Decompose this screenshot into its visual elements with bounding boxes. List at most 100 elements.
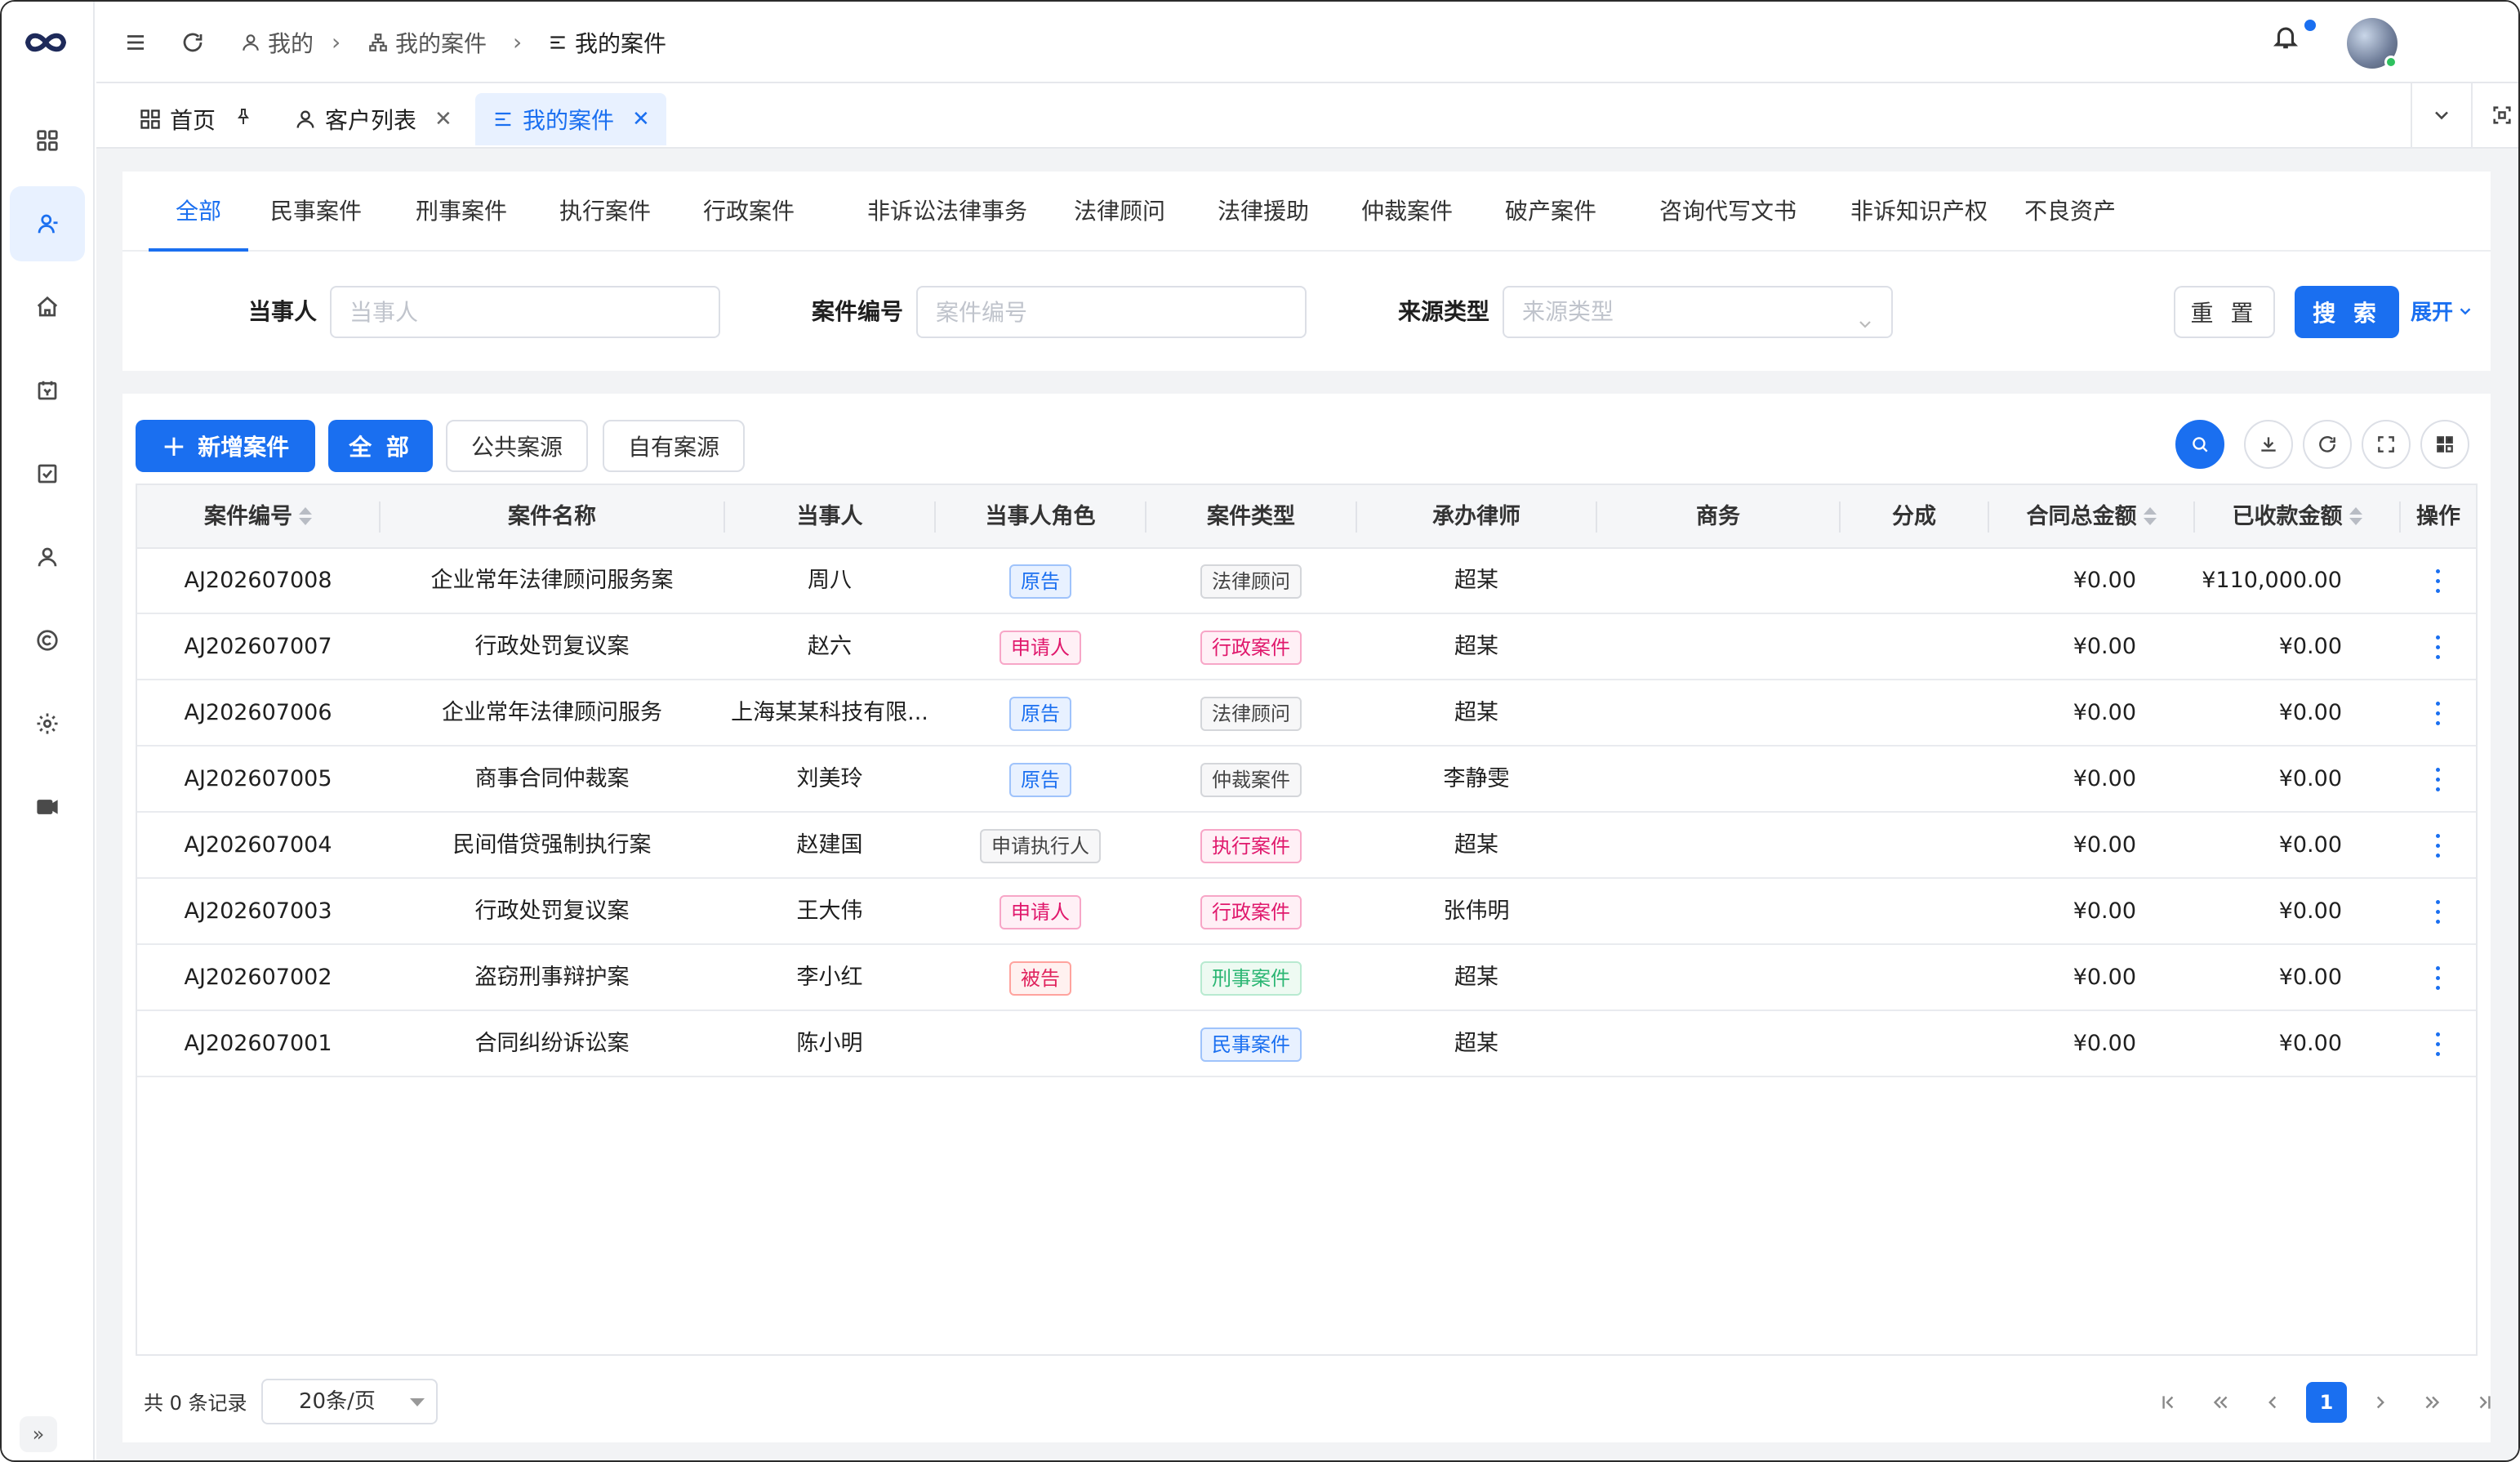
sidebar-settings-icon[interactable] xyxy=(10,686,85,761)
own-source-button[interactable]: 自有案源 xyxy=(603,420,745,472)
prev-page-button[interactable] xyxy=(2252,1382,2293,1423)
category-tab-bad-assets[interactable]: 不良资产 xyxy=(2017,172,2123,252)
column-header-received-amount[interactable]: 已收款金额 xyxy=(2195,485,2399,549)
last-page-button[interactable] xyxy=(2464,1382,2505,1423)
pin-icon[interactable] xyxy=(234,107,253,132)
next-group-button[interactable] xyxy=(2412,1382,2453,1423)
category-tab-legal-counsel[interactable]: 法律顾问 xyxy=(1066,172,1173,252)
more-actions-icon[interactable] xyxy=(2436,965,2441,991)
new-case-button[interactable]: + 新增案件 xyxy=(136,420,315,472)
table-row[interactable]: AJ202607004 民间借贷强制执行案 赵建国 申请执行人 执行案件 超某 ¥0.00 ¥… xyxy=(137,813,2476,879)
breadcrumb-item-mine[interactable]: 我的 xyxy=(240,26,314,59)
sidebar-copyright-icon[interactable] xyxy=(10,603,85,678)
table-row[interactable]: AJ202607007 行政处罚复议案 赵六 申请人 行政案件 超某 ¥0.00 ¥0.00 xyxy=(137,615,2476,680)
category-tab-enforcement[interactable]: 执行案件 xyxy=(552,172,658,252)
category-tab-criminal[interactable]: 刑事案件 xyxy=(408,172,514,252)
table-row[interactable]: AJ202607008 企业常年法律顾问服务案 周八 原告 法律顾问 超某 ¥0.00 ¥11… xyxy=(137,549,2476,614)
chevron-right-icon xyxy=(2376,1396,2384,1409)
category-tab-bankruptcy[interactable]: 破产案件 xyxy=(1498,172,1604,252)
close-icon[interactable]: ✕ xyxy=(632,107,650,131)
cell-contract-amount: ¥0.00 xyxy=(2073,766,2136,791)
table-row[interactable]: AJ202607002 盗窃刑事辩护案 李小红 被告 刑事案件 超某 ¥0.00 ¥0.00 xyxy=(137,946,2476,1011)
category-tab-legal-aid[interactable]: 法律援助 xyxy=(1210,172,1316,252)
fullscreen-button[interactable] xyxy=(2471,83,2518,147)
reset-button[interactable]: 重 置 xyxy=(2174,286,2275,338)
cell-business xyxy=(1597,549,1839,613)
party-input[interactable] xyxy=(330,286,720,338)
source-type-select[interactable]: 来源类型 xyxy=(1503,286,1893,338)
sidebar-video-icon[interactable] xyxy=(10,769,85,845)
more-actions-icon[interactable] xyxy=(2436,833,2441,858)
cell-share xyxy=(1841,880,1988,943)
more-actions-icon[interactable] xyxy=(2436,635,2441,660)
page-tab-customer-list[interactable]: 客户列表 ✕ xyxy=(278,93,469,145)
category-tab-ip[interactable]: 非诉知识产权 xyxy=(1829,172,2009,252)
more-actions-icon[interactable] xyxy=(2436,568,2441,594)
prev-group-button[interactable] xyxy=(2200,1382,2241,1423)
column-header-case-no[interactable]: 案件编号 xyxy=(137,485,379,549)
cell-received-amount: ¥0.00 xyxy=(2278,832,2342,858)
table-row[interactable]: AJ202607003 行政处罚复议案 王大伟 申请人 行政案件 张伟明 ¥0.00 ¥0.0… xyxy=(137,880,2476,945)
cell-actions xyxy=(2401,946,2476,1010)
menu-toggle-icon[interactable] xyxy=(119,26,152,59)
page-tab-home[interactable]: 首页 xyxy=(122,93,269,145)
cell-case-type: 行政案件 xyxy=(1146,615,1356,679)
download-button[interactable] xyxy=(2244,420,2293,469)
table-row[interactable]: AJ202607005 商事合同仲裁案 刘美玲 原告 仲裁案件 李静雯 ¥0.00 ¥0.00 xyxy=(137,747,2476,813)
page-number-button[interactable]: 1 xyxy=(2306,1382,2347,1423)
column-header-business: 商务 xyxy=(1696,504,1740,529)
notification-bell-icon[interactable] xyxy=(2272,23,2309,60)
expand-button[interactable]: 展开 xyxy=(2411,296,2474,326)
public-source-button[interactable]: 公共案源 xyxy=(446,420,588,472)
close-icon[interactable]: ✕ xyxy=(434,107,452,131)
column-settings-button[interactable] xyxy=(2420,420,2469,469)
table-row[interactable]: AJ202607001 合同纠纷诉讼案 陈小明 民事案件 超某 ¥0.00 ¥0.00 xyxy=(137,1012,2476,1077)
breadcrumb-item-my-cases[interactable]: 我的案件 xyxy=(367,26,487,59)
table-search-button[interactable] xyxy=(2175,420,2224,469)
logo-infinity-icon[interactable] xyxy=(21,26,70,59)
column-header-contract-amount[interactable]: 合同总金额 xyxy=(1989,485,2193,549)
category-tab-non-litigation[interactable]: 非诉讼法律事务 xyxy=(839,172,1055,252)
refresh-icon[interactable] xyxy=(176,26,209,59)
sidebar-expand-button[interactable]: » xyxy=(20,1416,57,1452)
table-fullscreen-button[interactable] xyxy=(2362,420,2411,469)
sidebar-dashboard-icon[interactable] xyxy=(10,103,85,178)
table-row[interactable]: AJ202607006 企业常年法律顾问服务 上海某某科技有限... 原告 法律顾问 超某… xyxy=(137,681,2476,747)
cell-party-role xyxy=(936,1012,1145,1076)
tabs-dropdown-button[interactable] xyxy=(2411,83,2471,147)
search-button[interactable]: 搜 索 xyxy=(2295,286,2399,338)
cell-lawyer: 超某 xyxy=(1454,832,1498,858)
sort-icon[interactable] xyxy=(299,506,312,527)
sidebar-calendar-icon[interactable] xyxy=(10,353,85,428)
cell-case-name: 行政处罚复议案 xyxy=(474,634,630,659)
sidebar-home-icon[interactable] xyxy=(10,270,85,345)
more-actions-icon[interactable] xyxy=(2436,701,2441,726)
more-actions-icon[interactable] xyxy=(2436,767,2441,792)
dashboard-icon xyxy=(140,109,160,129)
next-page-button[interactable] xyxy=(2360,1382,2401,1423)
category-tab-consulting[interactable]: 咨询代写文书 xyxy=(1638,172,1818,252)
cell-case-name: 行政处罚复议案 xyxy=(474,898,630,924)
page-size-select[interactable]: 20条/页 xyxy=(261,1379,438,1424)
category-tab-all[interactable]: 全部 xyxy=(149,172,248,252)
more-actions-icon[interactable] xyxy=(2436,899,2441,925)
category-tab-civil[interactable]: 民事案件 xyxy=(263,172,369,252)
sort-icon[interactable] xyxy=(2349,506,2362,527)
first-page-button[interactable] xyxy=(2148,1382,2188,1423)
column-header-case-name: 案件名称 xyxy=(508,504,596,529)
cell-lawyer: 超某 xyxy=(1454,700,1498,725)
page-tab-label: 客户列表 xyxy=(325,107,417,134)
filter-all-button[interactable]: 全 部 xyxy=(328,420,433,472)
sidebar-user-icon[interactable] xyxy=(10,186,85,261)
sidebar-checklist-icon[interactable] xyxy=(10,436,85,511)
sort-icon[interactable] xyxy=(2143,506,2157,527)
category-tab-arbitration[interactable]: 仲裁案件 xyxy=(1354,172,1460,252)
case-type-tag: 刑事案件 xyxy=(1200,961,1302,996)
reload-button[interactable] xyxy=(2303,420,2352,469)
page-tab-my-cases[interactable]: 我的案件 ✕ xyxy=(475,93,666,145)
more-actions-icon[interactable] xyxy=(2436,1032,2441,1057)
case-no-input[interactable] xyxy=(916,286,1307,338)
category-tab-administrative[interactable]: 行政案件 xyxy=(696,172,802,252)
sidebar-person-icon[interactable] xyxy=(10,519,85,595)
cell-received-amount: ¥0.00 xyxy=(2278,898,2342,924)
